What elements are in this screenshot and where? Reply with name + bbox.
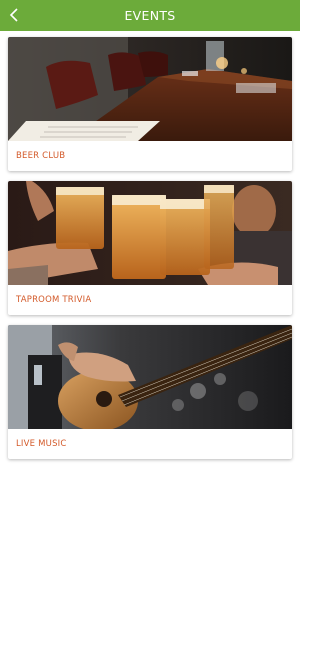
event-label: TAPROOM TRIVIA <box>16 295 92 305</box>
beer-toast-photo <box>8 181 292 285</box>
event-label: LIVE MUSIC <box>16 439 67 449</box>
guitar-player-photo <box>8 325 292 429</box>
app-bar: EVENTS <box>0 0 300 31</box>
back-button[interactable] <box>4 4 26 26</box>
event-label: BEER CLUB <box>16 151 66 161</box>
page-title: EVENTS <box>124 8 176 23</box>
event-card-taproom-trivia[interactable]: TAPROOM TRIVIA <box>8 181 292 315</box>
chevron-left-icon <box>9 8 18 22</box>
restaurant-table-photo <box>8 37 292 141</box>
event-card-beer-club[interactable]: BEER CLUB <box>8 37 292 171</box>
event-card-live-music[interactable]: LIVE MUSIC <box>8 325 292 459</box>
